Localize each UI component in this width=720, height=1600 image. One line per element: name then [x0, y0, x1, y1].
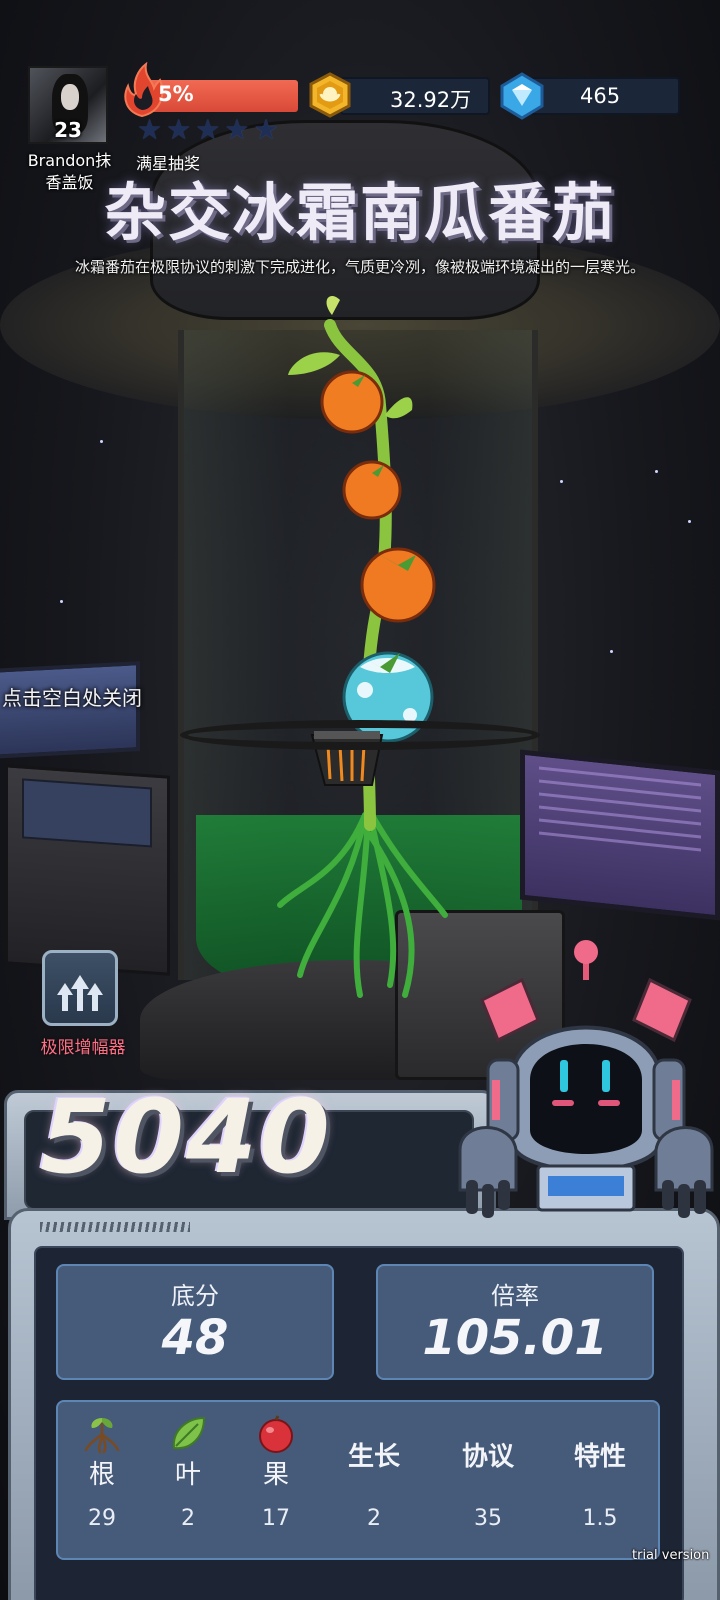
- star-sparkle: [655, 470, 658, 473]
- arrows-up-icon: [57, 975, 103, 1011]
- attr-protocol-value: 35: [474, 1506, 502, 1531]
- root-icon: [84, 1418, 120, 1454]
- star-sparkle: [688, 520, 691, 523]
- incubator-ring: [180, 720, 540, 750]
- monitor-right: [520, 749, 720, 921]
- star-sparkle: [60, 600, 63, 603]
- star-icon: ★: [253, 113, 279, 146]
- attr-root: 根 29: [52, 1402, 152, 1562]
- player-level: 23: [54, 118, 82, 142]
- attr-leaf-value: 2: [181, 1506, 195, 1531]
- base-score-box: 底分 48: [56, 1264, 334, 1380]
- energy-percent: 5%: [158, 82, 194, 106]
- gem-balance[interactable]: 465: [530, 77, 680, 115]
- base-score-label: 底分: [171, 1282, 219, 1310]
- plant-description: 冰霜番茄在极限协议的刺激下完成进化，气质更冷冽，像被极端环境凝出的一层寒光。: [74, 258, 645, 276]
- attr-trait-value: 1.5: [582, 1506, 618, 1531]
- attr-leaf: 叶 2: [138, 1402, 238, 1562]
- attr-leaf-label: 叶: [174, 1460, 201, 1490]
- attr-growth-label: 生长: [347, 1442, 400, 1472]
- hybrid-plant-illustration: [270, 295, 470, 1015]
- star-rating: ★ ★ ★ ★ ★: [137, 116, 297, 146]
- coin-amount: 32.92万: [390, 88, 472, 112]
- star-sparkle: [560, 480, 563, 483]
- attr-fruit: 果 17: [226, 1402, 326, 1562]
- star-sparkle: [100, 440, 103, 443]
- attr-protocol-label: 协议: [461, 1442, 514, 1472]
- coin-balance[interactable]: 32.92万: [340, 77, 490, 115]
- attr-fruit-label: 果: [262, 1460, 289, 1490]
- panel-grill: [40, 1222, 190, 1232]
- multiplier-label: 倍率: [491, 1282, 539, 1310]
- base-score-value: 48: [161, 1310, 229, 1366]
- energy-bar[interactable]: 5%: [120, 62, 298, 118]
- attr-fruit-value: 17: [262, 1506, 290, 1531]
- star-icon: ★: [166, 113, 192, 146]
- attr-growth: 生长 2: [324, 1402, 424, 1562]
- star-icon: ★: [137, 113, 163, 146]
- plant-title: 杂交冰霜南瓜番茄: [103, 176, 616, 249]
- multiplier-value: 105.01: [422, 1310, 608, 1366]
- leaf-icon: [172, 1416, 206, 1450]
- console-left: [5, 764, 170, 976]
- robot-mascot: [458, 940, 714, 1218]
- star-icon: ★: [195, 113, 221, 146]
- attr-growth-value: 2: [367, 1506, 381, 1531]
- extreme-amplifier-button[interactable]: [42, 950, 118, 1026]
- watermark: trial version: [632, 1548, 710, 1563]
- total-score: 5040: [40, 1078, 332, 1197]
- attr-root-label: 根: [88, 1460, 115, 1490]
- fruit-icon: [259, 1415, 293, 1453]
- close-hint[interactable]: 点击空白处关闭: [2, 682, 142, 711]
- gem-icon: [500, 72, 544, 120]
- gem-amount: 465: [580, 84, 621, 108]
- extreme-amplifier-label: 极限增幅器: [40, 1038, 126, 1058]
- coin-icon: [309, 72, 351, 118]
- attr-trait: 特性 1.5: [550, 1402, 650, 1562]
- attribute-table: 根 29 叶 2 果 17 生长 2 协议 35 特性 1.5: [56, 1400, 660, 1560]
- multiplier-box: 倍率 105.01: [376, 1264, 654, 1380]
- attr-protocol: 协议 35: [438, 1402, 538, 1562]
- attr-root-value: 29: [88, 1506, 116, 1531]
- star-sparkle: [610, 650, 613, 653]
- attr-trait-label: 特性: [573, 1442, 626, 1472]
- star-icon: ★: [224, 113, 250, 146]
